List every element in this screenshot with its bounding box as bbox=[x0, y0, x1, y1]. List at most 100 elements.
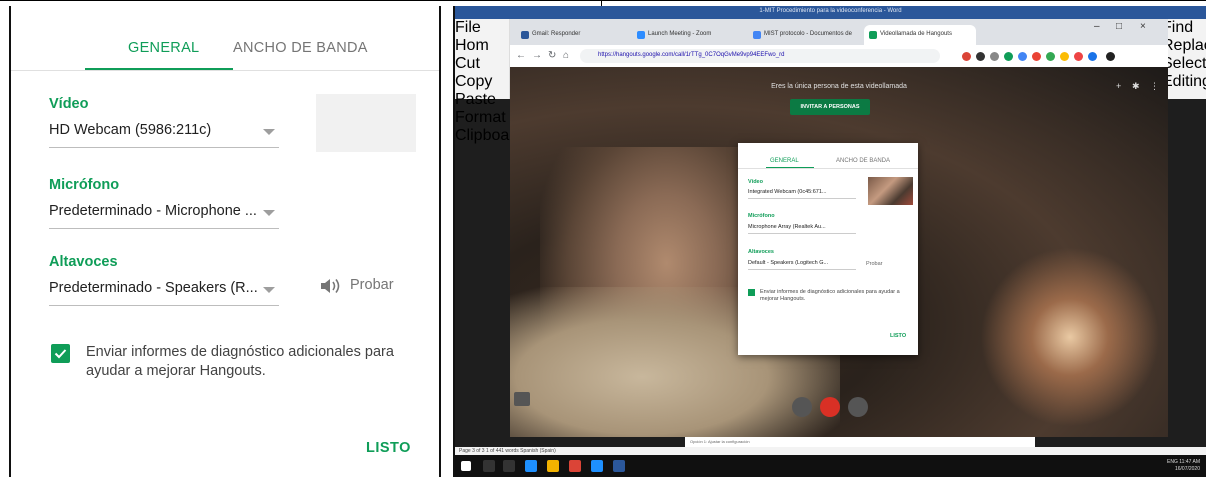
extension-icon[interactable] bbox=[962, 52, 971, 61]
settings-tabs: GENERAL ANCHO DE BANDA bbox=[11, 6, 439, 71]
reload-icon[interactable]: ↻ bbox=[548, 50, 556, 61]
test-speakers-label: Probar bbox=[350, 277, 394, 293]
invite-people-button[interactable]: INVITAR A PERSONAS bbox=[790, 99, 870, 115]
comparison-figure: GENERAL ANCHO DE BANDA Vídeo HD Webcam (… bbox=[0, 0, 1206, 477]
microphone-value: Predeterminado - Microphone ... bbox=[49, 203, 257, 219]
dialog-done-button[interactable]: LISTO bbox=[890, 333, 906, 339]
windows-start-icon[interactable] bbox=[461, 461, 471, 471]
tray-lang: ENG bbox=[1167, 459, 1178, 465]
settings-panel: GENERAL ANCHO DE BANDA Vídeo HD Webcam (… bbox=[9, 6, 441, 477]
ie-icon[interactable] bbox=[591, 460, 603, 472]
chevron-down-icon bbox=[263, 287, 275, 293]
extension-icon[interactable] bbox=[1046, 52, 1055, 61]
extension-icon[interactable] bbox=[1060, 52, 1069, 61]
dialog-tabs-divider bbox=[738, 168, 918, 169]
tab-label: Launch Meeting - Zoom bbox=[648, 31, 712, 37]
dialog-tab-general[interactable]: GENERAL bbox=[770, 158, 799, 164]
mic-button[interactable] bbox=[792, 397, 812, 417]
extension-icon[interactable] bbox=[1032, 52, 1041, 61]
ribbon-paste[interactable]: Paste bbox=[455, 91, 496, 108]
home-icon[interactable]: ⌂ bbox=[563, 50, 569, 61]
back-icon[interactable]: ← bbox=[516, 50, 526, 61]
word-document-page: Opción 1: Ajustar la configuración bbox=[685, 437, 1035, 447]
ribbon-replace[interactable]: Replace bbox=[1162, 37, 1206, 54]
done-button[interactable]: LISTO bbox=[366, 440, 411, 456]
ribbon-cut[interactable]: Cut bbox=[455, 55, 480, 72]
browser-tab-zoom[interactable]: Launch Meeting - Zoom bbox=[632, 25, 744, 45]
background-light bbox=[980, 247, 1160, 427]
video-select[interactable]: HD Webcam (5986:211c) bbox=[49, 116, 279, 148]
video-call-area: Eres la única persona de esta videollama… bbox=[510, 67, 1168, 437]
system-tray[interactable]: ENG 11:47 AM 16/07/2020 bbox=[1167, 459, 1200, 473]
settings-dialog: GENERAL ANCHO DE BANDA Vídeo Integrated … bbox=[738, 143, 918, 355]
ribbon-editing-group: Editing bbox=[1162, 73, 1206, 90]
tray-time: 11:47 AM bbox=[1179, 459, 1200, 465]
hangup-button[interactable] bbox=[820, 397, 840, 417]
camera-button[interactable] bbox=[848, 397, 868, 417]
chrome-icon[interactable] bbox=[569, 460, 581, 472]
tab-favicon bbox=[521, 31, 529, 39]
microphone-select[interactable]: Predeterminado - Microphone ... bbox=[49, 197, 279, 229]
video-preview bbox=[316, 94, 416, 152]
address-bar[interactable]: https://hangouts.google.com/call/1rTTg_0… bbox=[580, 49, 940, 63]
dialog-test-button[interactable]: Probar bbox=[866, 261, 883, 267]
desktop-screenshot: 1-MIT Procedimiento para la videoconfere… bbox=[453, 6, 1206, 477]
chevron-down-icon bbox=[263, 210, 275, 216]
browser-tab-gmail[interactable]: Gmail: Responder bbox=[516, 25, 628, 45]
tab-bandwidth[interactable]: ANCHO DE BANDA bbox=[233, 40, 368, 56]
profile-avatar[interactable] bbox=[1106, 52, 1115, 61]
browser-toolbar: ← → ↻ ⌂ https://hangouts.google.com/call… bbox=[510, 45, 1168, 67]
video-label: Vídeo bbox=[49, 96, 89, 112]
tab-label: Videollamada de Hangouts bbox=[880, 31, 952, 37]
diagnostics-checkbox[interactable] bbox=[51, 344, 70, 363]
chat-icon[interactable] bbox=[514, 392, 530, 406]
add-person-icon[interactable]: + bbox=[1116, 81, 1121, 91]
extension-icon[interactable] bbox=[990, 52, 999, 61]
file-explorer-icon[interactable] bbox=[547, 460, 559, 472]
extension-icon[interactable] bbox=[1074, 52, 1083, 61]
forward-icon[interactable]: → bbox=[532, 50, 542, 61]
more-vert-icon[interactable]: ⋮ bbox=[1150, 81, 1159, 92]
maximize-icon[interactable]: □ bbox=[1116, 21, 1122, 32]
gear-icon[interactable]: ✱ bbox=[1132, 81, 1140, 92]
minimize-icon[interactable]: – bbox=[1094, 21, 1100, 32]
speakers-select[interactable]: Predeterminado - Speakers (R... bbox=[49, 274, 279, 306]
edge-icon[interactable] bbox=[525, 460, 537, 472]
speakers-value: Predeterminado - Speakers (R... bbox=[49, 280, 258, 296]
check-icon bbox=[54, 349, 67, 359]
word-ribbon-clipboard: File Hom Cut Copy Paste Format Clipboard bbox=[455, 19, 523, 144]
tab-favicon bbox=[637, 31, 645, 39]
dialog-video-select[interactable]: Integrated Webcam (0c45:671... bbox=[748, 189, 856, 199]
word-status-bar: Page 3 of 3 1 of 441 words Spanish (Spai… bbox=[455, 447, 1206, 455]
tab-favicon bbox=[869, 31, 877, 39]
dialog-video-preview bbox=[868, 177, 913, 205]
tab-label: Gmail: Responder bbox=[532, 31, 581, 37]
close-icon[interactable]: × bbox=[1140, 21, 1146, 32]
browser-tab-hangouts[interactable]: Videollamada de Hangouts bbox=[864, 25, 976, 45]
chevron-down-icon bbox=[263, 129, 275, 135]
dialog-mic-select[interactable]: Microphone Array (Realtek Au... bbox=[748, 224, 856, 234]
dialog-diagnostics-checkbox[interactable] bbox=[748, 289, 755, 296]
extension-icon[interactable] bbox=[976, 52, 985, 61]
dialog-speakers-select[interactable]: Default - Speakers (Logitech G... bbox=[748, 260, 856, 270]
doc-snippet: Opción 1: Ajustar la configuración bbox=[690, 439, 750, 444]
alone-banner: Eres la única persona de esta videollama… bbox=[771, 83, 907, 90]
search-icon[interactable] bbox=[483, 460, 495, 472]
tray-date: 16/07/2020 bbox=[1174, 466, 1200, 472]
extension-icon[interactable] bbox=[1088, 52, 1097, 61]
dialog-tab-bandwidth[interactable]: ANCHO DE BANDA bbox=[836, 158, 890, 164]
ribbon-format[interactable]: Format bbox=[455, 109, 506, 126]
tab-general[interactable]: GENERAL bbox=[128, 40, 199, 56]
diagnostics-label: Enviar informes de diagnóstico adicional… bbox=[86, 344, 394, 379]
ribbon-home[interactable]: Hom bbox=[455, 37, 489, 54]
task-view-icon[interactable] bbox=[503, 460, 515, 472]
ribbon-file[interactable]: File bbox=[455, 19, 481, 36]
browser-tab-docs[interactable]: MIST protocolo - Documentos de bbox=[748, 25, 860, 45]
video-value: HD Webcam (5986:211c) bbox=[49, 122, 212, 138]
browser-window: Gmail: Responder Launch Meeting - Zoom M… bbox=[510, 19, 1168, 67]
ribbon-select[interactable]: Select bbox=[1162, 55, 1206, 72]
word-icon[interactable] bbox=[613, 460, 625, 472]
ribbon-copy[interactable]: Copy bbox=[455, 73, 492, 90]
extension-icon[interactable] bbox=[1004, 52, 1013, 61]
extension-icon[interactable] bbox=[1018, 52, 1027, 61]
